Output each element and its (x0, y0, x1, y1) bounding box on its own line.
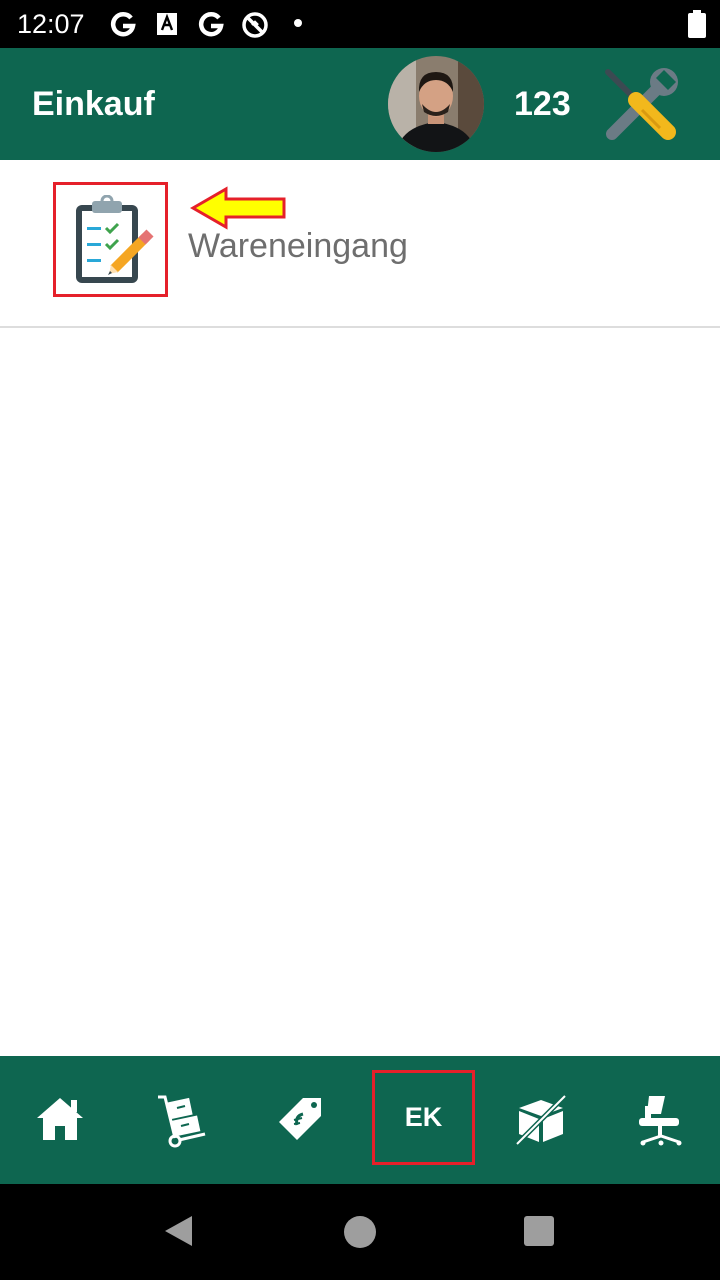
nav-home[interactable] (0, 1056, 120, 1184)
dot-icon (294, 19, 302, 27)
hand-truck-icon (158, 1095, 206, 1148)
wrench-screwdriver-icon[interactable] (598, 60, 686, 148)
blocked-notification-icon (242, 12, 268, 38)
highlight-box (53, 182, 168, 297)
battery-full-icon (688, 10, 706, 38)
clipboard-checklist-icon (76, 195, 154, 283)
status-bar: 12:07 (0, 0, 720, 48)
google-g-icon (110, 12, 136, 37)
page-title: Einkauf (32, 85, 155, 123)
box-crossed-icon (515, 1094, 567, 1146)
nav-purchasing[interactable]: EK (372, 1070, 475, 1165)
recents-icon[interactable] (524, 1216, 554, 1246)
home-circle-icon[interactable] (344, 1216, 376, 1248)
home-icon (37, 1098, 83, 1140)
status-time: 12:07 (17, 9, 85, 39)
list-item-wareneingang[interactable]: Wareneingang (0, 160, 720, 328)
text-a-icon (157, 13, 177, 35)
back-icon[interactable] (163, 1214, 193, 1248)
user-number: 123 (514, 85, 571, 123)
list-item-label: Wareneingang (188, 227, 408, 265)
bottom-nav: EK (0, 1056, 720, 1184)
price-tag-icon (279, 1098, 321, 1140)
office-chair-icon (639, 1096, 682, 1146)
user-avatar[interactable] (388, 56, 484, 152)
nav-sales[interactable] (240, 1056, 360, 1184)
arrow-annotation (190, 186, 286, 230)
nav-inventory[interactable] (120, 1056, 240, 1184)
nav-returns[interactable] (480, 1056, 600, 1184)
google-g-icon (198, 12, 224, 37)
nav-purchasing-label: EK (404, 1102, 443, 1132)
system-nav (0, 1184, 720, 1280)
nav-office[interactable] (600, 1056, 720, 1184)
app-bar: Einkauf 123 (0, 48, 720, 160)
